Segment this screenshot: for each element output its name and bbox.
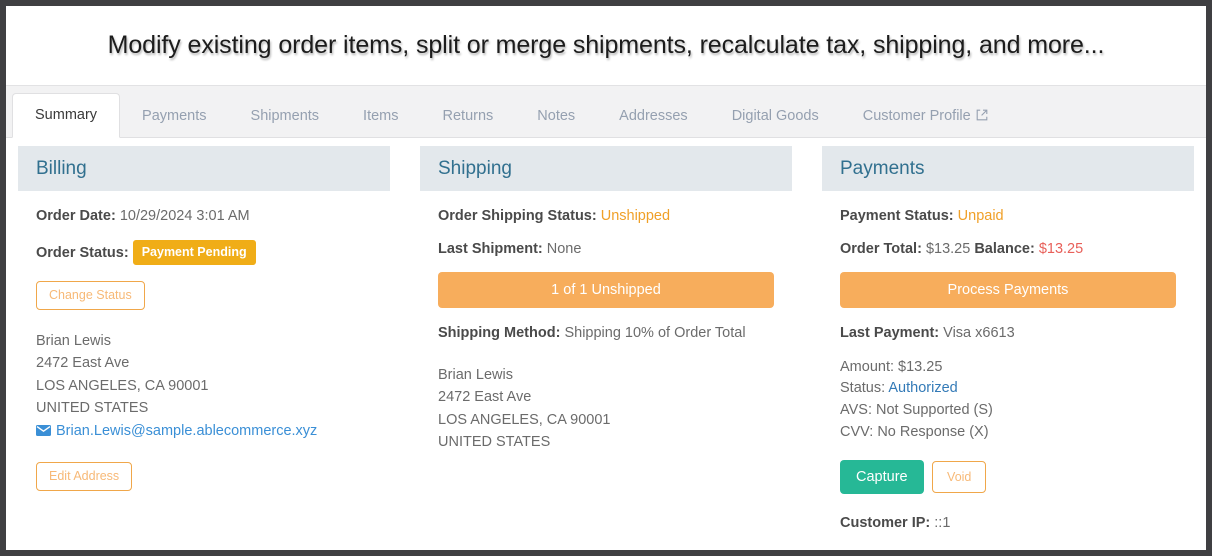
order-total-label: Order Total: <box>840 240 922 257</box>
balance-label: Balance: <box>974 240 1035 257</box>
tab-customer-profile[interactable]: Customer Profile <box>841 94 1010 138</box>
shipping-address: Brian Lewis 2472 East Ave LOS ANGELES, C… <box>438 364 774 454</box>
last-payment-row: Last Payment: Visa x6613 <box>840 324 1176 344</box>
order-date-row: Order Date: 10/29/2024 3:01 AM <box>36 207 372 227</box>
shipping-status-row: Order Shipping Status: Unshipped <box>438 207 774 227</box>
shipping-panel-header: Shipping <box>420 146 792 191</box>
payment-status-line: Status: Authorized <box>840 378 1176 400</box>
last-payment-label: Last Payment: <box>840 325 940 342</box>
summary-panels: Billing Order Date: 10/29/2024 3:01 AM O… <box>6 138 1206 547</box>
shipping-address-country: UNITED STATES <box>438 434 551 451</box>
tab-label: Notes <box>537 108 576 124</box>
tab-bar: Summary Payments Shipments Items Returns… <box>6 86 1206 138</box>
order-date-label: Order Date: <box>36 208 116 224</box>
shipping-heading: Shipping <box>438 157 512 179</box>
tab-items[interactable]: Items <box>341 94 420 138</box>
tab-summary[interactable]: Summary <box>12 93 121 138</box>
change-status-row: Change Status <box>36 281 372 310</box>
customer-ip-row: Customer IP: ::1 <box>840 514 1176 534</box>
last-shipment-label: Last Shipment: <box>438 240 543 257</box>
billing-address-city-state-zip: LOS ANGELES, CA 90001 <box>36 377 209 394</box>
tab-digital-goods[interactable]: Digital Goods <box>710 94 841 138</box>
last-payment-value: Visa x6613 <box>943 325 1015 342</box>
tab-returns[interactable]: Returns <box>421 94 516 138</box>
tab-payments[interactable]: Payments <box>120 94 228 138</box>
unshipped-button-row: 1 of 1 Unshipped <box>438 272 774 309</box>
edit-address-button[interactable]: Edit Address <box>36 462 133 491</box>
process-payments-row: Process Payments <box>840 272 1176 309</box>
payment-status-prefix: Status: <box>840 380 886 397</box>
tab-label: Items <box>363 108 399 124</box>
payment-cvv-line: CVV: No Response (X) <box>840 423 989 440</box>
tab-label: Payments <box>142 108 207 124</box>
tab-notes[interactable]: Notes <box>515 94 597 138</box>
billing-email-link[interactable]: Brian.Lewis@sample.ablecommerce.xyz <box>56 423 317 439</box>
payment-status-label: Payment Status: <box>840 208 954 224</box>
last-shipment-row: Last Shipment: None <box>438 240 774 260</box>
capture-button[interactable]: Capture <box>840 459 924 494</box>
tab-shipments[interactable]: Shipments <box>229 94 342 138</box>
external-link-icon <box>976 109 988 121</box>
payment-status-value: Unpaid <box>957 208 1004 224</box>
customer-ip-value: ::1 <box>934 514 951 531</box>
payments-heading: Payments <box>840 157 925 179</box>
order-total-row: Order Total: $13.25 Balance: $13.25 <box>840 240 1176 260</box>
void-button[interactable]: Void <box>932 460 987 494</box>
billing-address-country: UNITED STATES <box>36 400 149 417</box>
tab-label: Customer Profile <box>862 108 971 124</box>
shipping-method-value: Shipping 10% of Order Total <box>564 325 746 342</box>
order-status-row: Order Status: Payment Pending <box>36 239 372 266</box>
shipping-address-street: 2472 East Ave <box>438 389 532 406</box>
billing-address: Brian Lewis 2472 East Ave LOS ANGELES, C… <box>36 330 372 442</box>
tab-label: Summary <box>35 107 98 123</box>
last-shipment-value: None <box>546 240 582 257</box>
tab-label: Returns <box>442 108 494 124</box>
tab-label: Shipments <box>250 108 320 124</box>
shipping-address-name: Brian Lewis <box>438 366 513 383</box>
tab-addresses[interactable]: Addresses <box>597 94 710 138</box>
process-payments-button[interactable]: Process Payments <box>840 272 1176 309</box>
edit-address-row: Edit Address <box>36 462 372 491</box>
envelope-icon <box>36 424 51 436</box>
billing-heading: Billing <box>36 157 87 179</box>
order-date-value: 10/29/2024 3:01 AM <box>119 208 250 224</box>
payment-status-row: Payment Status: Unpaid <box>840 207 1176 227</box>
payments-panel-body: Payment Status: Unpaid Order Total: $13.… <box>822 191 1194 533</box>
order-status-badge: Payment Pending <box>132 239 256 266</box>
customer-ip-label: Customer IP: <box>840 514 931 531</box>
shipping-status-label: Order Shipping Status: <box>438 208 597 224</box>
billing-email-row: Brian.Lewis@sample.ablecommerce.xyz <box>36 420 372 442</box>
page-title: Modify existing order items, split or me… <box>107 31 1105 59</box>
shipping-panel-body: Order Shipping Status: Unshipped Last Sh… <box>420 191 792 454</box>
shipping-status-value: Unshipped <box>600 208 671 224</box>
payment-avs-line: AVS: Not Supported (S) <box>840 402 993 419</box>
balance-value: $13.25 <box>1038 240 1084 257</box>
billing-panel-header: Billing <box>18 146 390 191</box>
billing-address-name: Brian Lewis <box>36 332 111 349</box>
order-status-label: Order Status: <box>36 244 129 261</box>
shipping-method-label: Shipping Method: <box>438 325 561 342</box>
payments-panel: Payments Payment Status: Unpaid Order To… <box>822 146 1194 546</box>
payments-panel-header: Payments <box>822 146 1194 191</box>
app-window: Modify existing order items, split or me… <box>6 6 1206 550</box>
shipping-panel: Shipping Order Shipping Status: Unshippe… <box>420 146 792 546</box>
tab-label: Addresses <box>619 108 688 124</box>
billing-panel: Billing Order Date: 10/29/2024 3:01 AM O… <box>18 146 390 546</box>
billing-panel-body: Order Date: 10/29/2024 3:01 AM Order Sta… <box>18 191 390 491</box>
payment-actions-row: Capture Void <box>840 459 1176 494</box>
page-banner: Modify existing order items, split or me… <box>6 6 1206 86</box>
shipping-method-row: Shipping Method: Shipping 10% of Order T… <box>438 324 774 344</box>
shipping-address-city-state-zip: LOS ANGELES, CA 90001 <box>438 411 611 428</box>
payment-status-link[interactable]: Authorized <box>888 380 957 396</box>
change-status-button[interactable]: Change Status <box>36 281 145 310</box>
tab-label: Digital Goods <box>731 108 819 124</box>
payment-amount-line: Amount: $13.25 <box>840 358 943 375</box>
payment-details: Amount: $13.25 Status: Authorized AVS: N… <box>840 357 1176 444</box>
order-total-value: $13.25 <box>925 240 971 257</box>
billing-address-street: 2472 East Ave <box>36 355 130 372</box>
unshipped-button[interactable]: 1 of 1 Unshipped <box>438 272 774 309</box>
